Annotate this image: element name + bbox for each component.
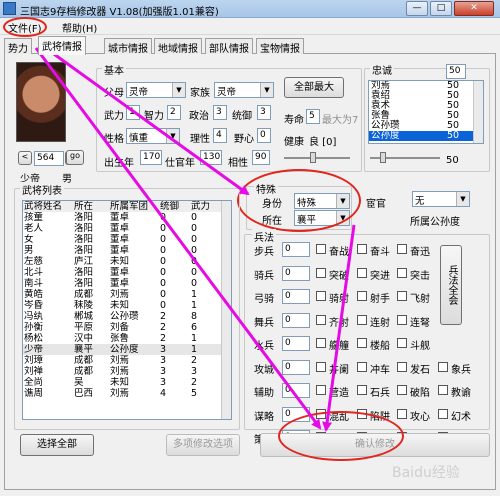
arrow-special-to-confirm <box>322 224 356 432</box>
arrow-file-to-confirm <box>34 47 322 430</box>
tab-general-info[interactable]: 武将情报 <box>38 36 86 55</box>
watermark: Baidu经验 <box>392 465 460 481</box>
arrow-file-to-special <box>39 42 250 196</box>
annotation-arrows <box>34 42 356 432</box>
